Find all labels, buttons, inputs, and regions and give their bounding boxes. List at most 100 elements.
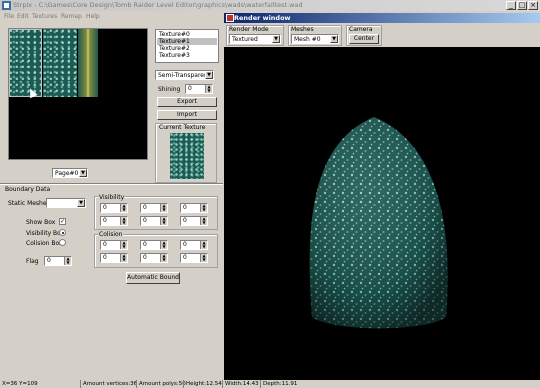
spinner-arrows-icon[interactable]: ▲ ▼ [160, 241, 167, 249]
render-mode-select[interactable]: Textured ▼ [229, 34, 281, 44]
collision-label: Colision [98, 231, 124, 238]
visibility-max-x[interactable]: 0 ▲ ▼ [100, 216, 128, 226]
visibility-min-z[interactable]: 0 ▲ ▼ [180, 203, 208, 213]
list-item[interactable]: Texture#0 [157, 31, 217, 38]
divider [0, 183, 223, 184]
spinner-arrows-icon[interactable]: ▲ ▼ [64, 257, 71, 265]
value: 0 [183, 241, 187, 248]
chevron-down-icon[interactable]: ▼ [330, 35, 338, 43]
value: 0 [103, 204, 107, 211]
status-depth: Depth:11.91 [260, 380, 297, 388]
render-window-title: Render window [234, 14, 291, 22]
collision-max-x[interactable]: 0 ▲ ▼ [100, 253, 128, 263]
visibility-min-y[interactable]: 0 ▲ ▼ [140, 203, 168, 213]
render-window-icon [226, 14, 234, 22]
texture-tile[interactable] [43, 29, 77, 97]
render-mode-label: Render Mode [229, 26, 269, 33]
spinner-arrows-icon[interactable]: ▲ ▼ [160, 254, 167, 262]
visibility-max-z[interactable]: 0 ▲ ▼ [180, 216, 208, 226]
meshes-select[interactable]: Mesh #0 ▼ [291, 34, 339, 44]
texture-tile[interactable] [78, 29, 98, 97]
flag-label: Flag [26, 258, 39, 265]
automatic-bound-button[interactable]: Automatic Bound [126, 272, 180, 284]
render-mode-value: Textured [232, 36, 258, 43]
chevron-down-icon[interactable]: ▼ [77, 199, 85, 207]
spinner-arrows-icon[interactable]: ▲ ▼ [160, 204, 167, 212]
menu-help[interactable]: Help [86, 13, 100, 20]
render-viewport[interactable] [224, 47, 540, 380]
visibility-max-y[interactable]: 0 ▲ ▼ [140, 216, 168, 226]
app-title-bar: Strpix - C:\Games\Core Design\Tomb Raide… [0, 0, 540, 11]
visibility-box-radio[interactable] [59, 229, 66, 236]
spinner-arrows-icon[interactable]: ▲ ▼ [120, 254, 127, 262]
value: 0 [103, 217, 107, 224]
status-width: Width:14.43 [222, 380, 259, 388]
collision-min-z[interactable]: 0 ▲ ▼ [180, 240, 208, 250]
shining-spinner[interactable]: 0 ▲ ▼ [185, 84, 213, 94]
spinner-arrows-icon[interactable]: ▲ ▼ [160, 217, 167, 225]
spinner-arrows-icon[interactable]: ▲ ▼ [120, 241, 127, 249]
spinner-arrows-icon[interactable]: ▲ ▼ [205, 85, 212, 93]
value: 0 [143, 254, 147, 261]
spinner-arrows-icon[interactable]: ▲ ▼ [120, 217, 127, 225]
import-button[interactable]: Import [157, 110, 217, 120]
collision-max-z[interactable]: 0 ▲ ▼ [180, 253, 208, 263]
spinner-arrows-icon[interactable]: ▲ ▼ [200, 204, 207, 212]
list-item[interactable]: Texture#3 [157, 52, 217, 59]
maximize-button[interactable]: □ [517, 1, 527, 10]
spinner-arrows-icon[interactable]: ▲ ▼ [200, 217, 207, 225]
flag-value: 0 [47, 257, 51, 264]
status-coords: X=36 Y=109 [2, 381, 38, 387]
visibility-label: Visibility [98, 194, 126, 201]
visibility-min-x[interactable]: 0 ▲ ▼ [100, 203, 128, 213]
page-select[interactable]: Page#0 ▼ [52, 168, 88, 178]
status-bar: X=36 Y=109 Amount vertices:36 Amount pol… [0, 380, 540, 388]
spinner-arrows-icon[interactable]: ▲ ▼ [200, 241, 207, 249]
show-box-label: Show Box [26, 219, 56, 226]
chevron-down-icon[interactable]: ▼ [205, 71, 213, 79]
list-item[interactable]: Texture#1 [157, 38, 217, 45]
export-button[interactable]: Export [157, 97, 217, 107]
texture-page-preview[interactable] [8, 28, 148, 160]
current-texture-swatch [170, 133, 204, 179]
status-polys: Amount polys:50 [136, 380, 186, 388]
value: 0 [143, 241, 147, 248]
menu-textures[interactable]: Textures [32, 13, 57, 20]
selection-frame [9, 29, 42, 97]
spinner-arrows-icon[interactable]: ▲ ▼ [200, 254, 207, 262]
shining-value: 0 [188, 85, 192, 92]
collision-max-y[interactable]: 0 ▲ ▼ [140, 253, 168, 263]
menu-remap[interactable]: Remap [61, 13, 82, 20]
blend-mode-select[interactable]: Semi-Transparent ▼ [155, 70, 214, 80]
collision-min-x[interactable]: 0 ▲ ▼ [100, 240, 128, 250]
shining-label: Shining [158, 86, 181, 93]
texture-list[interactable]: Texture#0 Texture#1 Texture#2 Texture#3 [155, 29, 219, 63]
collision-box-radio[interactable] [59, 239, 66, 246]
mesh-shading [309, 117, 448, 329]
static-meshes-label: Static Meshes [8, 200, 50, 207]
radio-dot-icon [61, 231, 64, 234]
blend-mode-value: Semi-Transparent [158, 72, 211, 79]
show-box-checkbox[interactable]: ✓ [59, 218, 66, 225]
menu-edit[interactable]: Edit [17, 13, 29, 20]
list-item[interactable]: Texture#2 [157, 45, 217, 52]
static-meshes-select[interactable]: ▼ [46, 198, 86, 208]
close-button[interactable]: × [528, 1, 538, 10]
status-vertices: Amount vertices:36 [80, 380, 137, 388]
mesh-render [309, 117, 448, 329]
value: 0 [183, 217, 187, 224]
flag-spinner[interactable]: 0 ▲ ▼ [44, 256, 72, 266]
center-camera-button[interactable]: Center [349, 34, 379, 44]
spinner-arrows-icon[interactable]: ▲ ▼ [120, 204, 127, 212]
minimize-button[interactable]: _ [506, 1, 516, 10]
value: 0 [103, 254, 107, 261]
chevron-down-icon[interactable]: ▼ [79, 169, 87, 177]
chevron-down-icon[interactable]: ▼ [272, 35, 280, 43]
boundary-group-label: Boundary Data [5, 186, 51, 193]
value: 0 [143, 204, 147, 211]
collision-box-label: Colision Box [26, 240, 63, 247]
value: 0 [103, 241, 107, 248]
meshes-label: Meshes [291, 26, 314, 33]
menu-file[interactable]: File [4, 13, 14, 20]
collision-min-y[interactable]: 0 ▲ ▼ [140, 240, 168, 250]
